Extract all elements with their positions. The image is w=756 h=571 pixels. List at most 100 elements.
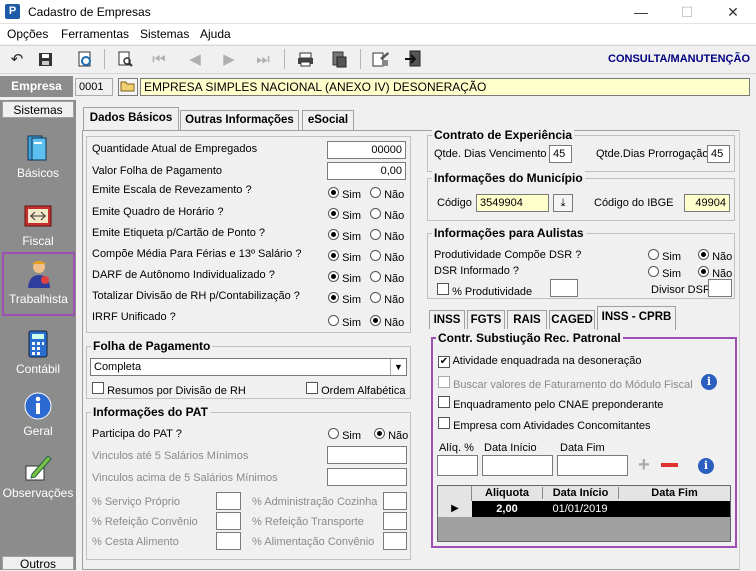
question-label: Emite Escala de Revezamento ?	[92, 184, 252, 196]
radio-nao[interactable]: Não	[370, 271, 404, 285]
ordem-checkbox[interactable]: Ordem Alfabética	[306, 382, 405, 397]
exit-icon[interactable]	[402, 49, 424, 69]
next-record-icon[interactable]: ▶	[218, 49, 240, 69]
tab-esocial[interactable]: eSocial	[302, 110, 354, 130]
first-record-icon[interactable]: ⏮	[148, 49, 170, 69]
buscar-checkbox[interactable]: Buscar valores de Faturamento do Módulo …	[438, 376, 693, 391]
grid-col-fim[interactable]: Data Fim	[618, 487, 730, 499]
report-icon[interactable]	[328, 49, 350, 69]
cnae-checkbox[interactable]: Enquadramento pelo CNAE preponderante	[438, 396, 663, 411]
sidebar-item-trabalhista[interactable]: Trabalhista	[2, 252, 75, 316]
radio-sim[interactable]: Sim	[328, 229, 361, 243]
empresa-name-field[interactable]: EMPRESA SIMPLES NACIONAL (ANEXO IV) DESO…	[140, 78, 750, 96]
scrollbar[interactable]	[739, 130, 755, 570]
ibge-field[interactable]: 49904	[684, 194, 730, 212]
menu-ajuda[interactable]: Ajuda	[200, 27, 231, 41]
undo-icon[interactable]: ↶	[6, 49, 28, 69]
admcoz-field[interactable]	[383, 492, 407, 510]
prev-record-icon[interactable]: ◀	[184, 49, 206, 69]
radio-nao[interactable]: Não	[698, 249, 732, 263]
produtividade-checkbox[interactable]: % Produtividade	[437, 283, 532, 298]
radio-nao[interactable]: Não	[370, 315, 404, 329]
reftrans-field[interactable]	[383, 512, 407, 530]
radio-sim[interactable]: Sim	[328, 250, 361, 264]
venc-field[interactable]: 45	[549, 145, 572, 163]
radio-sim[interactable]: Sim	[648, 249, 681, 263]
menu-sistemas[interactable]: Sistemas	[140, 27, 189, 41]
radio-nao[interactable]: Não	[370, 187, 404, 201]
minimize-button[interactable]: —	[618, 0, 664, 24]
notes-pencil-icon	[25, 455, 52, 481]
radio-nao[interactable]: Não	[370, 292, 404, 306]
acima5-label: Vinculos acima de 5 Salários Mínimos	[92, 472, 278, 484]
codigo-field[interactable]: 3549904	[476, 194, 549, 212]
download-icon[interactable]: ⤓	[553, 194, 573, 212]
data-fim-field[interactable]	[557, 455, 628, 476]
divisor-field[interactable]	[708, 279, 732, 297]
info-icon[interactable]: i	[701, 374, 717, 390]
subtab-fgts[interactable]: FGTS	[467, 310, 505, 329]
acima5-field[interactable]	[327, 468, 407, 486]
radio-sim[interactable]: Sim	[328, 271, 361, 285]
radio-sim[interactable]: Sim	[328, 208, 361, 222]
qtd-empregados-field[interactable]: 00000	[327, 141, 406, 159]
sidebar-item-fiscal[interactable]: Fiscal	[2, 196, 74, 258]
radio-nao[interactable]: Não	[370, 250, 404, 264]
atividade-checkbox[interactable]: ✔ Atividade enquadrada na desoneração	[438, 355, 641, 368]
subtab-caged[interactable]: CAGED	[549, 310, 595, 329]
tab-outras-informacoes[interactable]: Outras Informações	[180, 110, 299, 130]
subtab-inss-cprb[interactable]: INSS - CPRB	[597, 306, 676, 330]
servico-field[interactable]	[216, 492, 241, 510]
radio-nao[interactable]: Não	[370, 229, 404, 243]
sidebar-item-contabil[interactable]: Contábil	[2, 324, 74, 386]
refresh-document-icon[interactable]	[74, 49, 96, 69]
radio-sim[interactable]: Sim	[328, 187, 361, 201]
valor-folha-field[interactable]: 0,00	[327, 162, 406, 180]
alimconv-field[interactable]	[383, 532, 407, 550]
subtab-rais[interactable]: RAIS	[507, 310, 547, 329]
tab-dados-basicos[interactable]: Dados Básicos	[83, 107, 179, 131]
folder-open-icon[interactable]	[118, 78, 138, 96]
radio-sim[interactable]: Sim	[328, 292, 361, 306]
folha-select[interactable]: Completa ▼	[90, 358, 407, 376]
cesta-field[interactable]	[216, 532, 241, 550]
print-icon[interactable]	[294, 49, 316, 69]
info-icon	[24, 392, 52, 420]
grid-col-aliquota[interactable]: Aliquota	[472, 487, 542, 499]
sidebar-item-label: Geral	[23, 424, 53, 438]
empresa-label: Empresa	[0, 76, 73, 97]
radio-sim[interactable]: Sim	[648, 266, 681, 280]
ate5-label: Vinculos até 5 Salários Mínimos	[92, 450, 249, 462]
sidebar-item-geral[interactable]: Geral	[2, 386, 74, 448]
sidebar-item-observacoes[interactable]: Observações	[2, 448, 74, 510]
concomitantes-checkbox[interactable]: Empresa com Atividades Concomitantes	[438, 417, 651, 432]
sidebar-item-basicos[interactable]: Básicos	[2, 128, 74, 190]
refconv-field[interactable]	[216, 512, 241, 530]
info-icon[interactable]: i	[698, 458, 714, 474]
radio-sim[interactable]: Sim	[328, 428, 361, 442]
menu-ferramentas[interactable]: Ferramentas	[61, 27, 129, 41]
data-inicio-field[interactable]	[482, 455, 553, 476]
tools-icon[interactable]	[370, 49, 392, 69]
radio-nao[interactable]: Não	[698, 266, 732, 280]
menu-opcoes[interactable]: Opções	[7, 27, 48, 41]
save-icon[interactable]	[34, 49, 56, 69]
radio-nao[interactable]: Não	[370, 208, 404, 222]
produtividade-field[interactable]	[550, 279, 578, 297]
grid-col-inicio[interactable]: Data Início	[542, 487, 618, 499]
radio-nao[interactable]: Não	[374, 428, 408, 442]
subtab-inss[interactable]: INSS	[429, 310, 465, 329]
resumos-checkbox[interactable]: Resumos por Divisão de RH	[92, 382, 246, 397]
search-document-icon[interactable]	[114, 49, 136, 69]
aliq-field[interactable]	[437, 455, 478, 476]
sidebar-footer[interactable]: Outros	[2, 556, 74, 571]
empresa-code-field[interactable]: 0001	[75, 78, 113, 96]
radio-sim[interactable]: Sim	[328, 315, 361, 329]
remove-icon[interactable]	[661, 463, 678, 467]
last-record-icon[interactable]: ⏭	[252, 49, 274, 69]
add-icon[interactable]: +	[638, 455, 650, 475]
maximize-button[interactable]: ☐	[664, 0, 710, 24]
close-button[interactable]: ✕	[710, 0, 756, 24]
ate5-field[interactable]	[327, 446, 407, 464]
prorr-field[interactable]: 45	[707, 145, 730, 163]
